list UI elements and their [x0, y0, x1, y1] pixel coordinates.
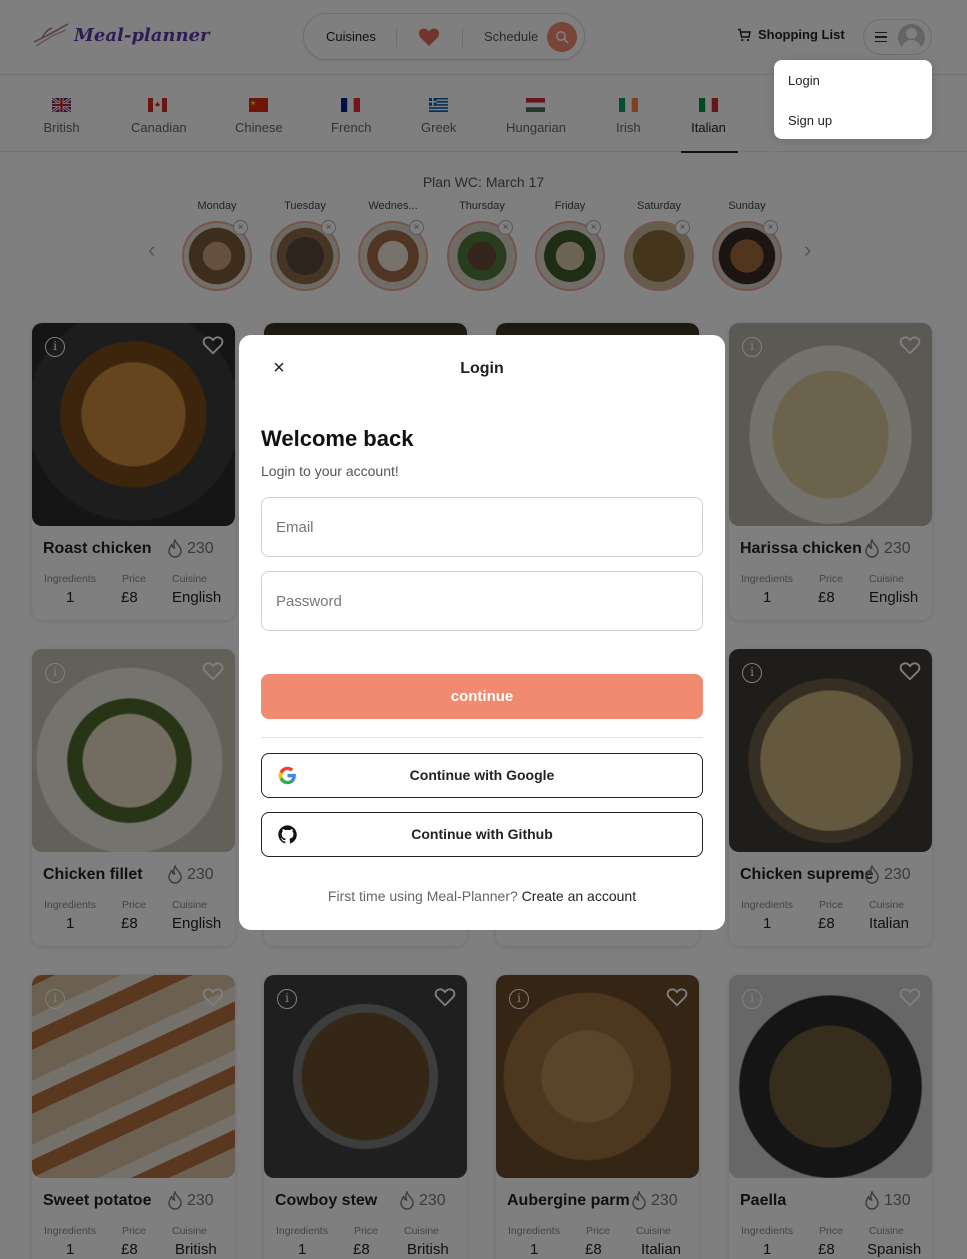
- welcome-subtitle: Login to your account!: [261, 463, 399, 479]
- password-field[interactable]: [261, 571, 703, 631]
- continue-button[interactable]: continue: [261, 674, 703, 719]
- signup-prompt: First time using Meal-Planner? Create an…: [239, 888, 725, 904]
- google-login-label: Continue with Google: [409, 767, 555, 783]
- signup-prompt-text: First time using Meal-Planner?: [327, 888, 518, 904]
- google-login-button[interactable]: Continue with Google: [261, 753, 703, 798]
- github-login-button[interactable]: Continue with Github: [261, 812, 703, 857]
- divider: [261, 737, 703, 738]
- modal-title: Login: [460, 360, 504, 377]
- user-dropdown-menu: Login Sign up: [774, 60, 932, 139]
- menu-item-signup[interactable]: Sign up: [788, 113, 832, 128]
- email-field[interactable]: [261, 497, 703, 557]
- welcome-heading: Welcome back: [261, 426, 414, 451]
- create-account-link[interactable]: Create an account: [522, 888, 636, 904]
- github-login-label: Continue with Github: [411, 826, 553, 842]
- menu-item-login[interactable]: Login: [788, 73, 820, 88]
- login-modal: × Login Welcome back Login to your accou…: [239, 335, 725, 930]
